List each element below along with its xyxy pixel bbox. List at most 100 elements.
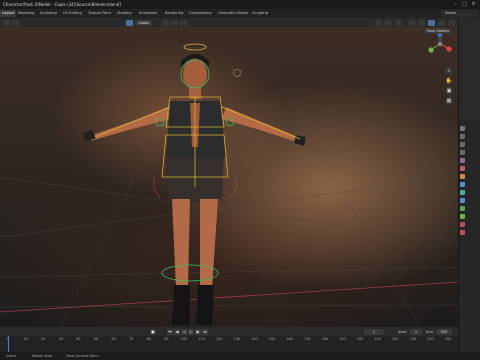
- frame-tick: 250: [444, 337, 452, 341]
- tab-animation[interactable]: Animation: [137, 10, 159, 17]
- frame-tick: 110: [198, 337, 205, 341]
- frame-tick: 210: [374, 337, 381, 341]
- mode-icon[interactable]: [12, 19, 19, 26]
- constraints-tab-icon[interactable]: [460, 206, 465, 211]
- viewport-scene: [0, 27, 458, 327]
- snap-icon[interactable]: [171, 19, 178, 26]
- gizmo-toggle-icon[interactable]: [385, 19, 392, 26]
- title-bar: Character\Pack 2\Model - Copie (34)\Sour…: [0, 0, 480, 9]
- tab-sculpting[interactable]: Sculpting: [38, 10, 59, 17]
- current-frame-field[interactable]: 1: [364, 328, 384, 335]
- keyframe-dot-icon[interactable]: ●: [150, 328, 156, 335]
- tab-rendering[interactable]: Rendering: [163, 10, 185, 17]
- play-icon[interactable]: ▷: [188, 328, 194, 335]
- view-layer-tab-icon[interactable]: [460, 150, 465, 155]
- frame-tick: 120: [215, 337, 223, 341]
- transform-orientation-icon[interactable]: [126, 19, 133, 26]
- scene-tab-icon[interactable]: [460, 158, 465, 163]
- properties-sidebar: [458, 18, 480, 360]
- close-icon[interactable]: ×: [470, 1, 477, 8]
- pan-hand-icon[interactable]: ✋: [445, 77, 453, 85]
- visibility-icon[interactable]: [375, 19, 382, 26]
- frame-tick: 230: [409, 337, 417, 341]
- window-title: Character\Pack 2\Model - Copie (34)\Sour…: [3, 2, 121, 7]
- status-context-label: Pose Context Menu: [66, 353, 99, 358]
- tab-shading[interactable]: Shading: [115, 10, 134, 17]
- frame-tick: 40: [76, 337, 81, 341]
- object-tab-icon[interactable]: [460, 174, 465, 179]
- timeline-header: ● ⏮ ◀ ◁ ▷ ▶ ⏭ 1 Start 1 End 250: [0, 327, 458, 336]
- frame-tick: 140: [251, 337, 258, 341]
- frame-tick: 60: [111, 337, 116, 341]
- output-tab-icon[interactable]: [460, 142, 465, 147]
- maximize-icon[interactable]: □: [461, 1, 468, 8]
- ortho-grid-icon[interactable]: ▦: [445, 97, 453, 105]
- render-tab-icon[interactable]: [460, 134, 465, 139]
- shading-material-icon[interactable]: [438, 19, 445, 26]
- pose-options-label: Pose Options: [427, 29, 450, 33]
- frame-tick: 240: [427, 337, 434, 341]
- physics-tab-icon[interactable]: [460, 198, 465, 203]
- status-rotate-label: Rotate View: [32, 353, 53, 358]
- tab-layout[interactable]: Layout: [0, 10, 17, 17]
- shading-rendered-icon[interactable]: [448, 19, 455, 26]
- frame-tick: 20: [41, 337, 46, 341]
- prev-key-icon[interactable]: ◀: [174, 328, 180, 335]
- modifier-tab-icon[interactable]: [460, 182, 465, 187]
- play-reverse-icon[interactable]: ◁: [181, 328, 187, 335]
- world-tab-icon[interactable]: [460, 166, 465, 171]
- frame-tick: 30: [58, 337, 63, 341]
- frame-tick: 190: [339, 337, 346, 341]
- tab-modeling[interactable]: Modeling: [16, 10, 36, 17]
- scene-label: Scene: [445, 11, 456, 15]
- navigation-gizmo[interactable]: [428, 31, 452, 53]
- frame-tick: 150: [268, 337, 276, 341]
- texture-tab-icon[interactable]: [460, 230, 465, 235]
- tab-compositing[interactable]: Compositing: [187, 10, 214, 17]
- status-bar: Select Rotate View Pose Context Menu: [0, 352, 480, 360]
- next-key-icon[interactable]: ▶: [195, 328, 201, 335]
- frame-tick: 200: [356, 337, 364, 341]
- shading-solid-icon[interactable]: [428, 19, 435, 26]
- end-frame-field[interactable]: 250: [436, 328, 452, 335]
- frame-tick: 170: [303, 337, 311, 341]
- scene-selector[interactable]: Scene: [441, 10, 478, 17]
- jump-end-icon[interactable]: ⏭: [202, 328, 208, 335]
- editor-type-icon[interactable]: [3, 19, 10, 26]
- 3d-viewport[interactable]: Pose Options ⌕ ✋ ▣ ▦: [0, 27, 458, 327]
- frame-tick: 80: [146, 337, 151, 341]
- frame-tick: 90: [164, 337, 169, 341]
- orientation-dropdown[interactable]: Global: [135, 19, 153, 26]
- character-model[interactable]: [82, 54, 306, 325]
- jump-start-icon[interactable]: ⏮: [167, 328, 173, 335]
- particles-tab-icon[interactable]: [460, 190, 465, 195]
- timeline-area[interactable]: 0102030405060708090100110120130140150160…: [0, 336, 458, 352]
- workspace-tabs: Layout Modeling Sculpting UV Editing Tex…: [0, 9, 480, 18]
- tool-tab-icon[interactable]: [460, 126, 465, 131]
- playhead[interactable]: [8, 336, 9, 352]
- frame-tick: 130: [233, 337, 241, 341]
- xray-icon[interactable]: [408, 19, 415, 26]
- end-label: End: [426, 329, 433, 334]
- minimize-icon[interactable]: –: [452, 1, 459, 8]
- frame-tick: 70: [129, 337, 134, 341]
- tab-scripting[interactable]: Scripting: [250, 10, 270, 17]
- shading-wire-icon[interactable]: [418, 19, 425, 26]
- orientation-label: Global: [138, 20, 150, 25]
- tab-uv-editing[interactable]: UV Editing: [61, 10, 84, 17]
- overlay-icon[interactable]: [395, 19, 402, 26]
- pose-options-dropdown[interactable]: Pose Options: [424, 28, 453, 34]
- data-tab-icon[interactable]: [460, 214, 465, 219]
- status-select-label: Select: [6, 353, 17, 358]
- material-tab-icon[interactable]: [460, 222, 465, 227]
- 3d-cursor-icon: [233, 69, 241, 77]
- proportional-icon[interactable]: [180, 19, 187, 26]
- pivot-icon[interactable]: [162, 19, 169, 26]
- tab-geometry-nodes[interactable]: Geometry Nodes: [216, 10, 250, 17]
- start-label: Start: [398, 329, 407, 334]
- camera-view-icon[interactable]: ▣: [445, 87, 453, 95]
- start-frame-field[interactable]: 1: [410, 328, 422, 335]
- zoom-icon[interactable]: ⌕: [445, 67, 453, 75]
- outliner-panel[interactable]: [459, 18, 480, 120]
- tab-texture-paint[interactable]: Texture Paint: [86, 10, 113, 17]
